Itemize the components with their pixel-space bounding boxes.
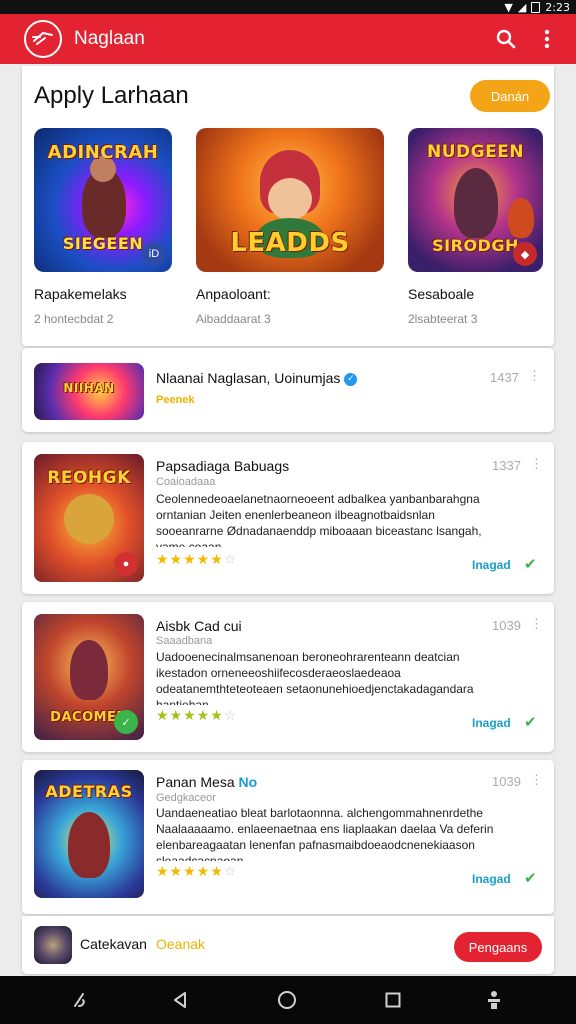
art-title: REOHGK <box>47 468 131 488</box>
art-title: LEADDS <box>230 228 350 258</box>
rating-stars: ★★★★★☆ <box>156 708 238 724</box>
item-description: Uandaeneatiao bleat barlotaonnna. alchen… <box>156 806 494 861</box>
character-figure <box>508 198 534 238</box>
list-item[interactable]: NIIHAN Nlaanai Naglasan, Uoinumjas ✓ Peen… <box>22 348 554 432</box>
install-button[interactable]: Inagad <box>472 716 511 730</box>
item-count: 1437 <box>490 370 519 385</box>
tile-name: Anpaoloant: <box>196 286 271 302</box>
more-icon[interactable]: ⋮ <box>530 772 543 788</box>
item-meta: Coaioadaaa <box>156 476 216 488</box>
list-item[interactable]: REOHGK ● Papsadiaga Babuags Coaioadaaa C… <box>22 442 554 594</box>
status-bar: ▼ ◢ 2:23 <box>0 0 576 14</box>
item-title: Papsadiaga Babuags <box>156 458 290 474</box>
game-artwork: LEADDS <box>196 128 384 272</box>
art-title: ADETRAS <box>45 782 133 801</box>
check-icon: ✔ <box>524 713 537 731</box>
more-icon[interactable]: ⋮ <box>530 616 543 632</box>
recents-icon[interactable] <box>373 976 413 1024</box>
gesture-icon[interactable] <box>60 976 100 1024</box>
featured-tile[interactable]: NUDGEEN SIRODGH ◆ Sesaboale 2lsabteerat … <box>408 128 543 326</box>
item-title: Nlaanai Naglasan, Uoinumjas ✓ <box>156 370 358 386</box>
title-tag: No <box>238 774 258 790</box>
item-count: 1039 <box>492 774 521 789</box>
tile-subtitle: 2lsabteerat 3 <box>408 312 478 326</box>
accessibility-icon[interactable] <box>474 976 514 1024</box>
featured-tile[interactable]: LEADDS Anpaoloant: Aibaddaarat 3 <box>196 128 384 326</box>
item-count: 1337 <box>492 458 521 473</box>
list-item[interactable]: DACOMEN ✓ Aisbk Cad cui Saaadbana Uadooe… <box>22 602 554 752</box>
more-icon[interactable]: ⋮ <box>530 456 543 472</box>
item-meta: Saaadbana <box>156 635 213 647</box>
system-nav-bar <box>0 976 576 1024</box>
featured-section: Apply Larhaan Danán ADINCRAH SIEGEEN iD … <box>22 66 554 346</box>
search-icon[interactable] <box>488 14 524 64</box>
check-icon: ✔ <box>524 869 537 887</box>
featured-action-button[interactable]: Danán <box>470 80 550 112</box>
check-icon: ✔ <box>524 555 537 573</box>
primary-action-button[interactable]: Pengaans <box>454 932 542 962</box>
item-tag: Peenek <box>156 394 195 406</box>
signal-icon: ◢ <box>517 0 527 14</box>
game-artwork: ADINCRAH SIEGEEN iD <box>34 128 172 272</box>
game-artwork: NUDGEEN SIRODGH ◆ <box>408 128 543 272</box>
wifi-icon: ▼ <box>504 0 513 14</box>
install-button[interactable]: Inagad <box>472 872 511 886</box>
rating-stars: ★★★★★☆ <box>156 552 238 568</box>
tile-name: Rapakemelaks <box>34 286 127 302</box>
home-icon[interactable] <box>267 976 307 1024</box>
app-bar: Naglaan <box>0 14 576 64</box>
app-logo-icon[interactable] <box>24 20 62 58</box>
verified-badge-icon: ✓ <box>114 710 138 734</box>
list-item[interactable]: ADETRAS Panan Mesa No Gedgkaceor Uandaen… <box>22 760 554 914</box>
tile-name: Sesaboale <box>408 286 475 302</box>
game-thumbnail: ADETRAS <box>34 770 144 898</box>
bottom-bar: Catekavan Oeanak Pengaans <box>22 916 554 974</box>
character-head <box>268 178 312 220</box>
tile-subtitle: 2 hontecbdat 2 <box>34 312 114 326</box>
game-thumbnail: REOHGK ● <box>34 454 144 582</box>
status-time: 2:23 <box>545 0 570 14</box>
art-title: NIIHAN <box>63 381 115 395</box>
character-figure <box>70 640 108 700</box>
bottom-label: Catekavan <box>80 936 147 952</box>
install-button[interactable]: Inagad <box>472 558 511 572</box>
item-title: Aisbk Cad cui <box>156 618 242 634</box>
item-title: Panan Mesa No <box>156 774 258 790</box>
game-thumbnail: NIIHAN <box>34 363 144 420</box>
platform-badge-icon: iD <box>142 242 166 266</box>
item-description: Ceolennedeoaelanetnaorneoeent adbalkea y… <box>156 492 482 547</box>
item-count: 1039 <box>492 618 521 633</box>
app-title: Naglaan <box>74 28 145 49</box>
section-heading: Apply Larhaan <box>34 82 189 109</box>
tile-subtitle: Aibaddaarat 3 <box>196 312 271 326</box>
bottom-tag: Oeanak <box>156 936 206 952</box>
platform-badge-icon: ● <box>114 552 138 576</box>
art-title: ADINCRAH <box>47 142 159 163</box>
platform-badge-icon: ◆ <box>513 242 537 266</box>
character-figure <box>454 168 498 238</box>
battery-icon <box>531 1 541 13</box>
more-icon[interactable]: ⋮ <box>528 368 541 384</box>
item-meta: Gedgkaceor <box>156 792 216 804</box>
user-avatar[interactable] <box>34 926 72 964</box>
character-figure <box>68 812 110 878</box>
game-thumbnail: DACOMEN ✓ <box>34 614 144 740</box>
item-description: Uadooenecinalmsanenoan beroneohrarentean… <box>156 650 474 705</box>
character-head <box>64 494 114 544</box>
featured-tile[interactable]: ADINCRAH SIEGEEN iD Rapakemelaks 2 honte… <box>34 128 172 326</box>
rating-stars: ★★★★★☆ <box>156 864 238 880</box>
art-title: NUDGEEN <box>426 142 525 162</box>
more-vert-icon[interactable] <box>529 14 565 64</box>
back-icon[interactable] <box>160 976 200 1024</box>
verified-icon: ✓ <box>344 372 358 386</box>
